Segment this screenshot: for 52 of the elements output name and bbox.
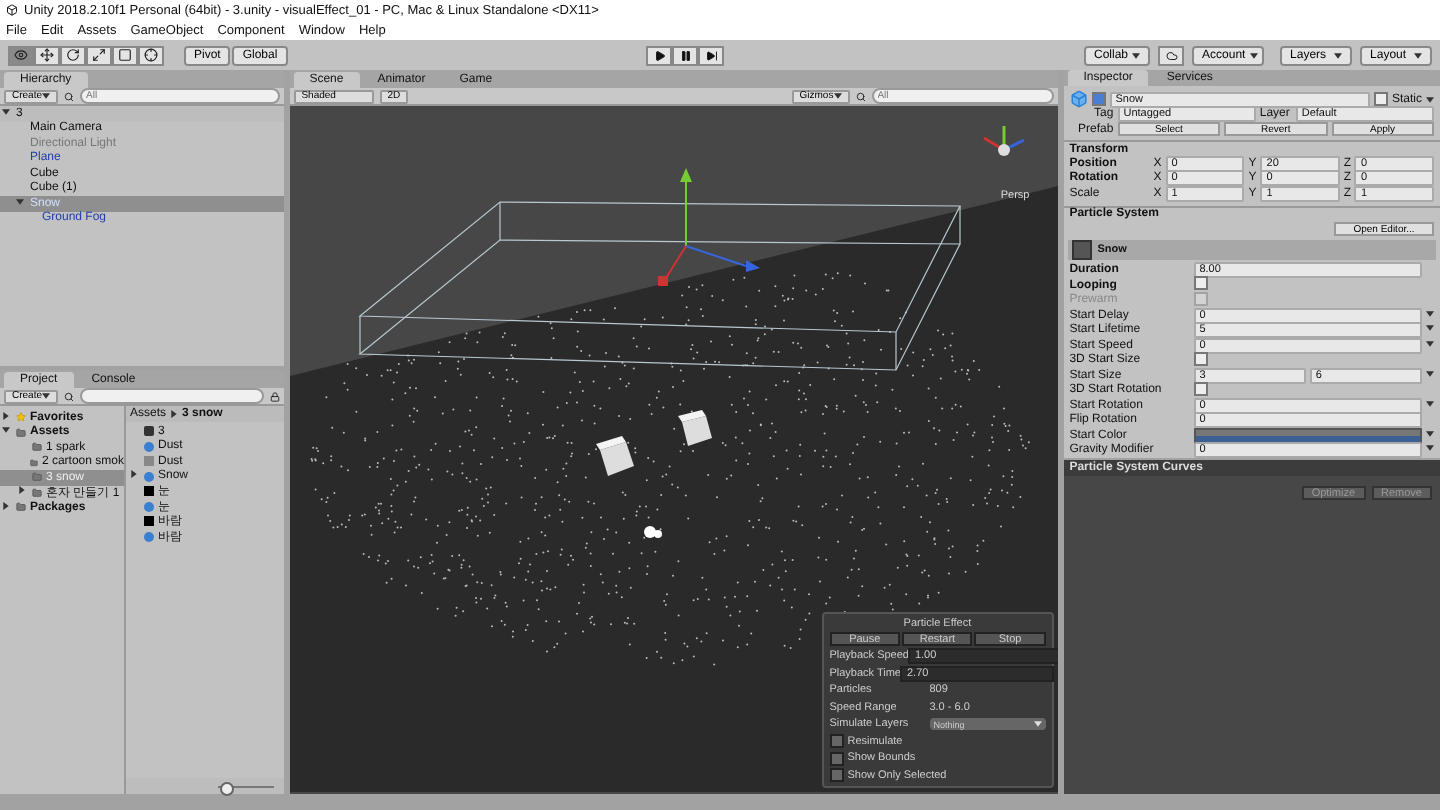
folder-icon bbox=[16, 427, 26, 438]
module-icon bbox=[1071, 239, 1092, 259]
scale-icon bbox=[92, 48, 106, 62]
folder-icon bbox=[16, 502, 26, 513]
checkbox[interactable] bbox=[829, 734, 844, 748]
caret-icon bbox=[42, 392, 51, 400]
rect-tool-button[interactable] bbox=[112, 45, 138, 65]
step-icon bbox=[705, 49, 718, 61]
move-icon bbox=[40, 48, 54, 62]
chevron-icon bbox=[170, 410, 179, 418]
rotate-icon bbox=[66, 48, 80, 62]
play-button[interactable] bbox=[646, 45, 673, 65]
caret-icon bbox=[1426, 95, 1434, 104]
checkbox[interactable] bbox=[1193, 276, 1208, 291]
caret-icon bbox=[42, 92, 51, 100]
folder-icon bbox=[32, 442, 42, 453]
static-checkbox[interactable] bbox=[1373, 92, 1388, 107]
expand-arrow-icon bbox=[2, 107, 10, 116]
checkbox[interactable] bbox=[829, 768, 844, 782]
pause-icon bbox=[679, 49, 692, 61]
search-icon bbox=[64, 91, 75, 101]
view-icon bbox=[14, 48, 28, 62]
cube-icon bbox=[1069, 90, 1088, 109]
search-field[interactable] bbox=[80, 388, 264, 404]
play-icon bbox=[653, 49, 666, 61]
search-icon bbox=[64, 391, 75, 401]
cloud-button[interactable] bbox=[1158, 45, 1185, 65]
caret-icon bbox=[1132, 51, 1141, 59]
caret-icon bbox=[833, 92, 842, 100]
caret-icon bbox=[1033, 720, 1042, 728]
rect-icon bbox=[118, 48, 132, 62]
app-logo-icon bbox=[6, 4, 18, 16]
step-button[interactable] bbox=[698, 45, 725, 65]
caret-icon bbox=[1414, 51, 1423, 59]
transform-tool-button[interactable] bbox=[138, 45, 164, 65]
caret-icon bbox=[1249, 51, 1258, 59]
scale-tool-button[interactable] bbox=[86, 45, 112, 65]
transform-icon bbox=[144, 48, 158, 62]
rotate-tool-button[interactable] bbox=[60, 45, 86, 65]
cloud-icon bbox=[1165, 49, 1178, 61]
folder-icon bbox=[32, 487, 42, 498]
pause-button[interactable] bbox=[672, 45, 699, 65]
star-icon bbox=[16, 412, 26, 423]
search-icon bbox=[855, 91, 866, 101]
caret-icon bbox=[1334, 51, 1343, 59]
view-tool-button[interactable] bbox=[8, 45, 34, 65]
lock-icon bbox=[269, 391, 280, 401]
move-tool-button[interactable] bbox=[34, 45, 60, 65]
checkbox[interactable] bbox=[829, 751, 844, 765]
active-checkbox[interactable] bbox=[1091, 92, 1106, 107]
folder-icon bbox=[29, 457, 38, 468]
folder-icon bbox=[32, 472, 42, 483]
